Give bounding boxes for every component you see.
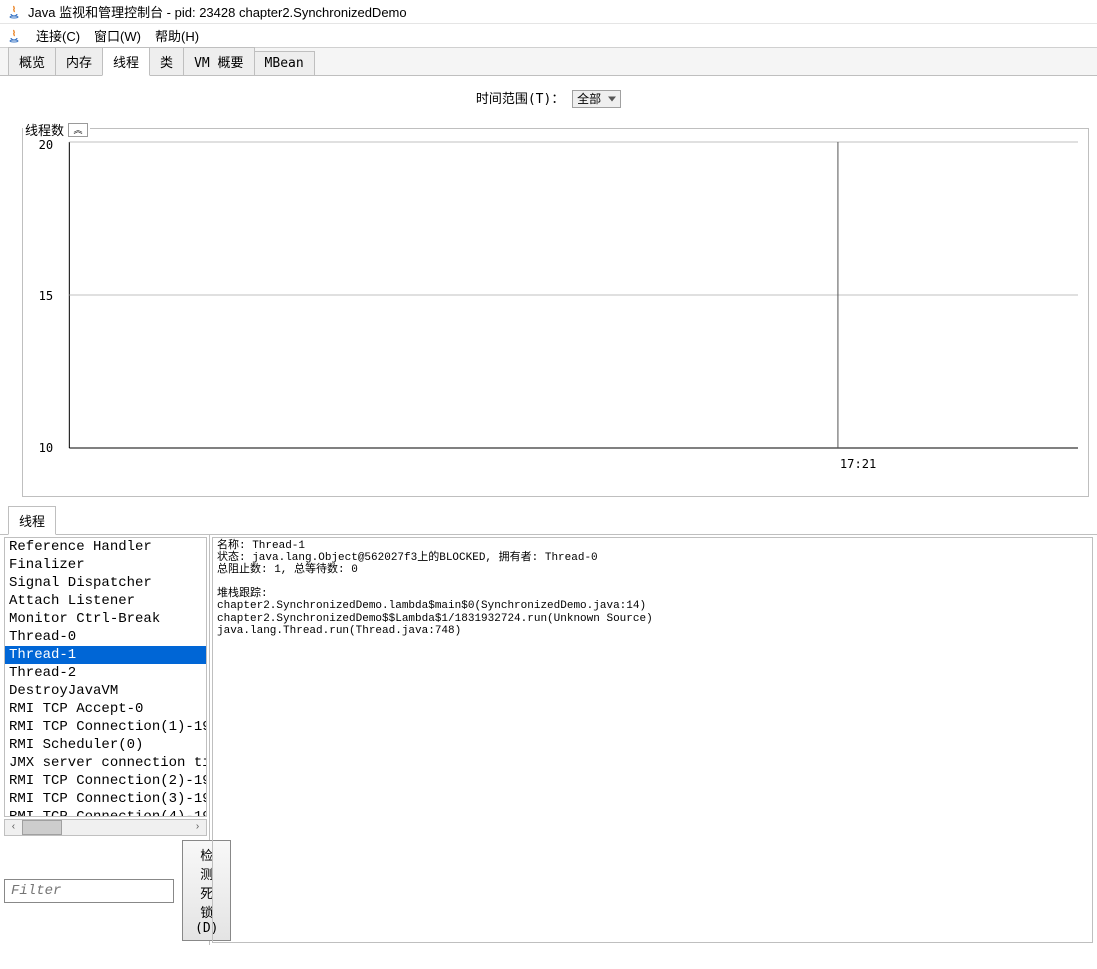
thread-item[interactable]: Reference Handler	[5, 538, 206, 556]
menu-help[interactable]: 帮助(H)	[149, 24, 205, 47]
menu-window[interactable]: 窗口(W)	[88, 24, 147, 47]
tab-threads[interactable]: 线程	[102, 47, 150, 76]
content-area: 时间范围(T)： 全部 线程数 ︽ 20 15 10	[0, 76, 1097, 945]
thread-item[interactable]: Thread-2	[5, 664, 206, 682]
thread-item[interactable]: RMI TCP Connection(3)-192	[5, 790, 206, 808]
tab-classes[interactable]: 类	[149, 47, 184, 75]
scroll-left-icon[interactable]: ‹	[5, 820, 22, 835]
thread-panel-body: Reference HandlerFinalizerSignal Dispatc…	[0, 535, 1097, 945]
tab-memory[interactable]: 内存	[55, 47, 103, 75]
window-title: Java 监视和管理控制台 - pid: 23428 chapter2.Sync…	[28, 2, 407, 21]
thread-detail-pane[interactable]: 名称: Thread-1 状态: java.lang.Object@562027…	[212, 537, 1093, 943]
y-tick-15: 15	[39, 289, 54, 303]
thread-list[interactable]: Reference HandlerFinalizerSignal Dispatc…	[4, 537, 207, 817]
thread-list-wrap: Reference HandlerFinalizerSignal Dispatc…	[0, 535, 210, 945]
thread-item[interactable]: RMI TCP Connection(2)-192	[5, 772, 206, 790]
thread-panel-tab[interactable]: 线程	[8, 506, 56, 535]
main-tabbar: 概览 内存 线程 类 VM 概要 MBean	[0, 48, 1097, 76]
thread-filter-input[interactable]	[4, 879, 174, 903]
thread-count-chart-group: 线程数 ︽ 20 15 10 17:21	[22, 128, 1089, 497]
scroll-right-icon[interactable]: ›	[189, 820, 206, 835]
thread-item[interactable]: Attach Listener	[5, 592, 206, 610]
thread-list-hscrollbar[interactable]: ‹ ›	[4, 819, 207, 836]
window-titlebar: Java 监视和管理控制台 - pid: 23428 chapter2.Sync…	[0, 0, 1097, 24]
thread-item[interactable]: Finalizer	[5, 556, 206, 574]
time-range-label: 时间范围(T)：	[476, 92, 564, 107]
thread-item[interactable]: DestroyJavaVM	[5, 682, 206, 700]
thread-item[interactable]: RMI TCP Accept-0	[5, 700, 206, 718]
thread-count-chart[interactable]: 20 15 10 17:21	[31, 128, 1080, 488]
java-icon	[6, 4, 22, 20]
thread-item[interactable]: Thread-1	[5, 646, 206, 664]
thread-item[interactable]: Thread-0	[5, 628, 206, 646]
tab-mbeans[interactable]: MBean	[254, 51, 315, 75]
scrollbar-thumb[interactable]	[22, 820, 62, 835]
time-range-row: 时间范围(T)： 全部	[0, 84, 1097, 116]
menubar: 连接(C) 窗口(W) 帮助(H)	[0, 24, 1097, 48]
x-tick-time: 17:21	[840, 457, 876, 471]
java-icon	[6, 28, 22, 44]
thread-item[interactable]: Signal Dispatcher	[5, 574, 206, 592]
thread-item[interactable]: Monitor Ctrl-Break	[5, 610, 206, 628]
tab-vm-summary[interactable]: VM 概要	[183, 47, 254, 75]
thread-item[interactable]: RMI TCP Connection(1)-192	[5, 718, 206, 736]
y-tick-10: 10	[39, 441, 54, 455]
tab-overview[interactable]: 概览	[8, 47, 56, 75]
thread-item[interactable]: RMI Scheduler(0)	[5, 736, 206, 754]
thread-item[interactable]: JMX server connection tim	[5, 754, 206, 772]
menu-connect[interactable]: 连接(C)	[30, 24, 86, 47]
thread-panel-tabbar: 线程	[0, 501, 1097, 535]
y-tick-20: 20	[39, 138, 54, 152]
time-range-select[interactable]: 全部	[572, 90, 621, 108]
thread-item[interactable]: RMI TCP Connection(4)-192	[5, 808, 206, 817]
